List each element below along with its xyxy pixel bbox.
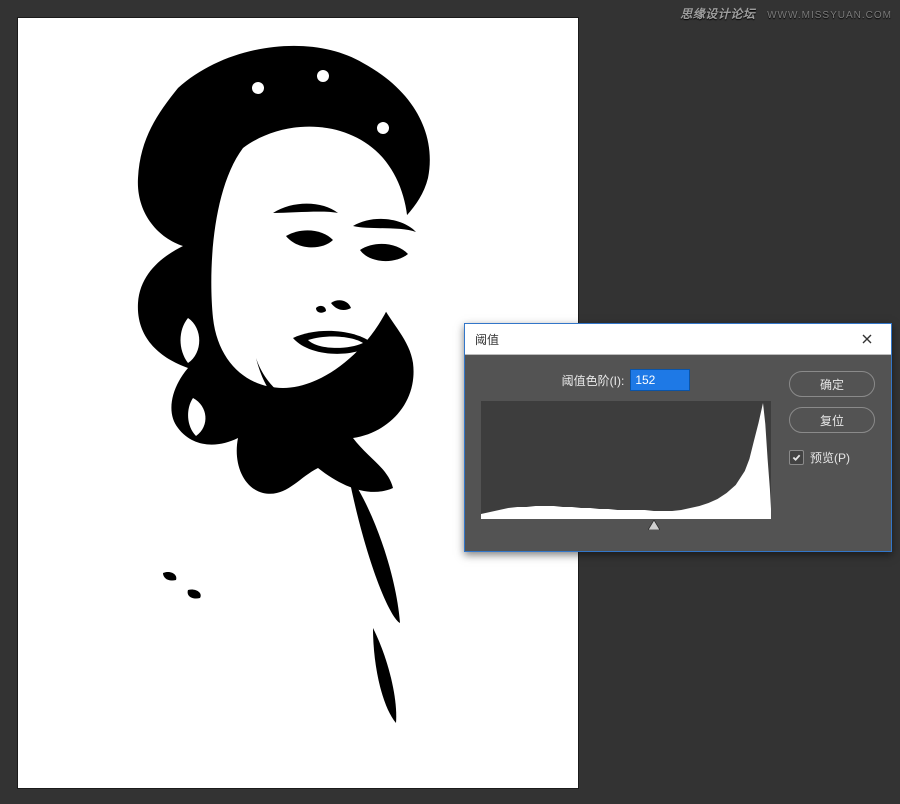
dialog-side: 确定 复位 预览(P) <box>789 369 875 533</box>
threshold-slider-track[interactable] <box>481 519 771 533</box>
watermark-brand: 思缘设计论坛 <box>680 7 755 21</box>
dialog-titlebar[interactable]: 阈值 <box>465 324 891 355</box>
reset-button[interactable]: 复位 <box>789 407 875 433</box>
ok-button[interactable]: 确定 <box>789 371 875 397</box>
watermark-site: WWW.MISSYUAN.COM <box>767 10 892 21</box>
close-icon <box>862 334 872 344</box>
threshold-dialog: 阈值 阈值色阶(I): <box>464 323 892 552</box>
dialog-title: 阈值 <box>475 331 853 348</box>
close-button[interactable] <box>853 329 881 349</box>
preview-checkbox[interactable] <box>789 450 804 465</box>
dialog-main: 阈值色阶(I): <box>481 369 771 533</box>
histogram-plot <box>481 401 771 519</box>
watermark: 思缘设计论坛 WWW.MISSYUAN.COM <box>680 5 892 22</box>
app-background: 思缘设计论坛 WWW.MISSYUAN.COM <box>0 0 900 804</box>
threshold-slider-thumb[interactable] <box>648 520 660 530</box>
histogram[interactable] <box>481 401 771 519</box>
threshold-input[interactable] <box>630 369 690 391</box>
check-icon <box>792 453 801 462</box>
preview-row: 预览(P) <box>789 449 875 466</box>
preview-label: 预览(P) <box>810 449 850 466</box>
slider-thumb-icon <box>648 520 660 530</box>
threshold-field-row: 阈值色阶(I): <box>481 369 771 391</box>
threshold-label: 阈值色阶(I): <box>562 372 625 389</box>
dialog-body: 阈值色阶(I): 确定 复位 <box>465 355 891 551</box>
